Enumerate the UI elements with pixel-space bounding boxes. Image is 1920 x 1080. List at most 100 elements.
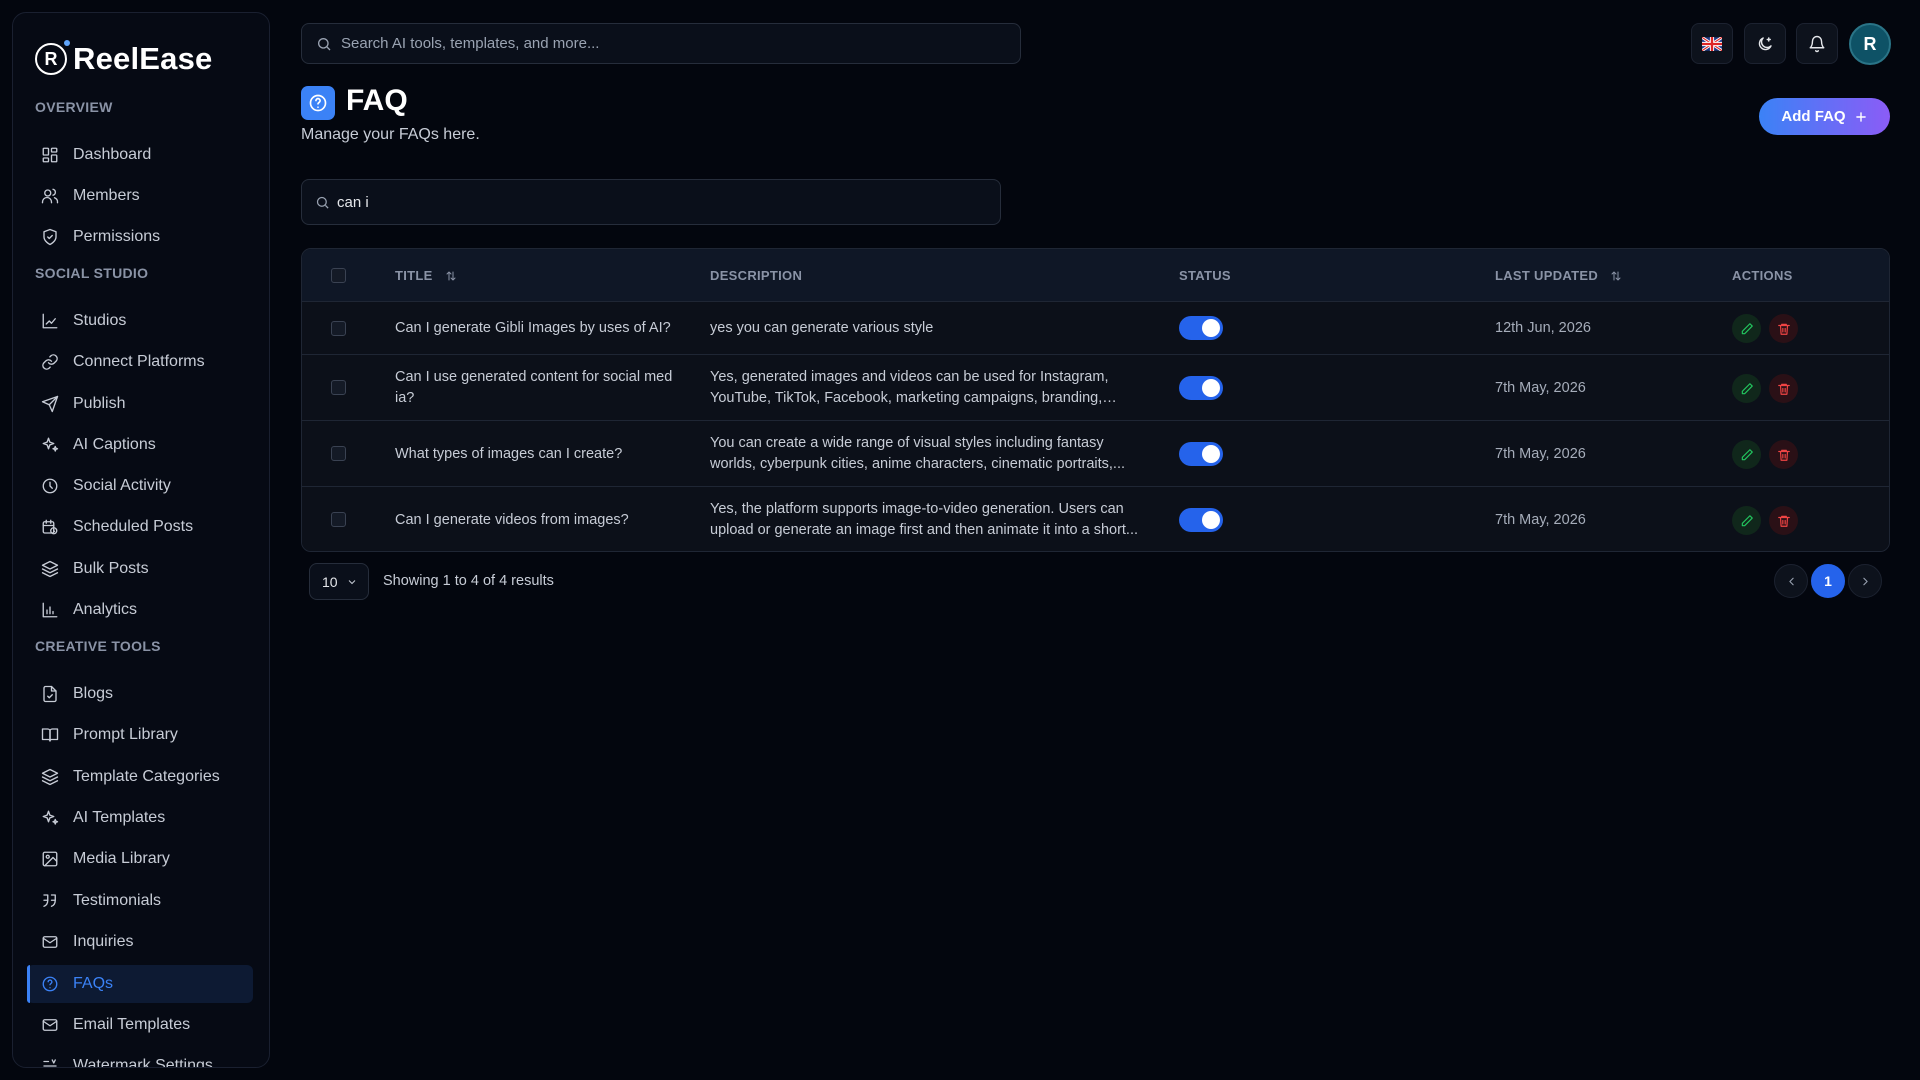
status-toggle[interactable] [1179,376,1223,400]
status-toggle[interactable] [1179,508,1223,532]
theme-toggle-icon [1758,36,1772,50]
column-last-updated-label: LAST UPDATED [1495,268,1599,283]
sidebar-item-label: Testimonials [73,892,162,909]
add-faq-button[interactable]: Add FAQ [1759,98,1890,135]
language-button[interactable] [1691,23,1733,64]
column-header-title[interactable]: TITLE [395,249,457,302]
last-updated: 7th May, 2026 [1495,445,1586,462]
sidebar-item-faqs[interactable]: FAQs [27,965,253,1003]
pencil-icon [1741,448,1753,460]
delete-button[interactable] [1769,440,1798,469]
sidebar-item-blogs[interactable]: Blogs [27,675,253,713]
edit-button[interactable] [1732,314,1761,343]
edit-button[interactable] [1732,506,1761,535]
bell-icon [1809,35,1825,52]
faq-table: TITLE DESCRIPTION STATUS LAST UPDATED AC… [301,248,1890,552]
help-circle-icon [42,976,58,992]
add-faq-label: Add FAQ [1781,108,1846,125]
faq-page-icon [301,86,335,120]
table-row: Can I generate Gibli Images by uses of A… [302,302,1889,355]
sidebar-item-watermark-settings[interactable]: Watermark Settings [27,1047,253,1067]
sidebar-item-studios[interactable]: Studios [27,302,253,340]
edit-button[interactable] [1732,440,1761,469]
global-search-input[interactable] [341,35,961,52]
previous-page-button[interactable] [1774,564,1808,598]
sidebar-item-ai-templates[interactable]: AI Templates [27,799,253,837]
row-select-cell [331,512,346,527]
sidebar-item-inquiries[interactable]: Inquiries [27,923,253,961]
shield-icon [43,228,57,246]
sidebar-item-template-categories[interactable]: Template Categories [27,758,253,796]
sidebar-item-label: Dashboard [73,146,152,163]
trash-icon [1777,515,1790,527]
section-label-social-studio: SOCIAL STUDIO [35,265,149,281]
search-icon [318,37,331,50]
sparkles-icon [42,437,59,452]
faq-title-text: Can I use generated content for social m… [395,369,673,406]
section-label-overview: OVERVIEW [35,99,113,115]
layers-icon [41,768,59,786]
edit-button[interactable] [1732,374,1761,403]
notifications-button[interactable] [1796,23,1838,64]
sidebar-item-publish[interactable]: Publish [27,385,253,423]
results-summary: Showing 1 to 4 of 4 results [383,573,554,589]
select-all-cell [331,249,346,302]
delete-button[interactable] [1769,374,1798,403]
sidebar-item-dashboard[interactable]: Dashboard [27,136,253,174]
app-logo[interactable]: R ReelEase [35,31,212,87]
sidebar-item-label: Blogs [73,685,114,702]
page-size-select[interactable]: 10 [309,563,369,600]
delete-button[interactable] [1769,314,1798,343]
next-page-button[interactable] [1848,564,1882,598]
pencil-icon [1741,514,1753,526]
page-number-button[interactable]: 1 [1811,564,1845,598]
sidebar-item-email-templates[interactable]: Email Templates [27,1006,253,1044]
plus-icon [1855,111,1866,122]
logo-icon: R [35,40,70,75]
sidebar-item-social-activity[interactable]: Social Activity [27,467,253,505]
uk-flag-icon [1702,36,1722,51]
sidebar-item-members[interactable]: Members [27,177,253,215]
sidebar-item-prompt-library[interactable]: Prompt Library [27,716,253,754]
avatar[interactable]: R [1849,23,1891,65]
sidebar-item-label: Template Categories [73,768,220,785]
chart-icon [42,313,58,329]
faq-search-input[interactable] [337,193,977,211]
sidebar-item-label: Scheduled Posts [73,518,194,535]
sidebar-item-ai-captions[interactable]: AI Captions [27,426,253,464]
chevron-down-icon [348,579,355,584]
row-checkbox[interactable] [331,321,346,336]
sidebar-item-scheduled-posts[interactable]: Scheduled Posts [27,508,253,546]
sidebar-item-label: AI Captions [73,436,156,453]
select-all-checkbox[interactable] [331,268,346,283]
sidebar-item-connect-platforms[interactable]: Connect Platforms [27,343,253,381]
sidebar-item-bulk-posts[interactable]: Bulk Posts [27,550,253,588]
faq-description: yes you can generate various style [710,302,1140,355]
delete-button[interactable] [1769,506,1798,535]
sidebar-item-label: FAQs [73,975,114,992]
row-checkbox[interactable] [331,512,346,527]
sidebar-item-analytics[interactable]: Analytics [27,591,253,629]
faq-title: Can I use generated content for social m… [395,355,675,421]
sidebar-item-media-library[interactable]: Media Library [27,840,253,878]
trash-icon [1777,383,1790,395]
faq-search[interactable] [301,179,1001,225]
mail-icon [42,1019,58,1031]
column-header-last-updated[interactable]: LAST UPDATED [1495,249,1622,302]
sidebar-item-testimonials[interactable]: Testimonials [27,882,253,920]
theme-toggle-button[interactable] [1744,23,1786,64]
pencil-icon [1741,322,1753,334]
layers-icon [41,560,59,578]
sidebar-item-permissions[interactable]: Permissions [27,218,253,256]
faq-description: Yes, generated images and videos can be … [710,355,1140,421]
row-checkbox[interactable] [331,380,346,395]
global-search[interactable] [301,23,1021,64]
status-toggle[interactable] [1179,316,1223,340]
status-toggle[interactable] [1179,442,1223,466]
faq-title: Can I generate Gibli Images by uses of A… [395,302,675,355]
faq-title-text: Can I generate Gibli Images by uses of A… [395,320,671,336]
image-icon [42,851,58,867]
book-icon [41,728,59,742]
sort-icon [446,271,456,280]
row-checkbox[interactable] [331,446,346,461]
